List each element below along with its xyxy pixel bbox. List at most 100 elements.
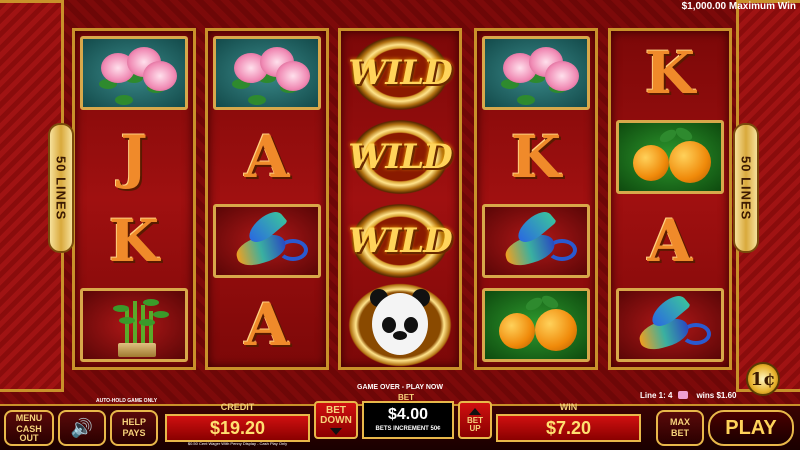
speaker-icon: 🔊 bbox=[70, 418, 94, 438]
reel-cell bbox=[481, 201, 591, 281]
panda-eye bbox=[382, 317, 396, 333]
phoenix-symbol bbox=[213, 204, 321, 278]
peony-leaf bbox=[248, 95, 266, 105]
letter-k-symbol: K bbox=[108, 207, 160, 275]
panda-nose bbox=[393, 331, 407, 340]
bet-up-label-bottom: UP bbox=[469, 423, 481, 433]
bet-label-max: BET bbox=[671, 428, 689, 438]
reel-cell bbox=[615, 285, 725, 365]
peony-symbol bbox=[80, 36, 188, 110]
bamboo-leaf bbox=[143, 299, 159, 306]
reel-cell bbox=[481, 33, 591, 113]
orange-fruit bbox=[633, 145, 669, 181]
play-button[interactable]: PLAY bbox=[708, 410, 794, 446]
orange-fruit bbox=[669, 141, 711, 183]
lines-badge-right: 50 LINES bbox=[733, 123, 759, 253]
arrow-up-icon bbox=[469, 407, 481, 415]
reel-cell: WILD bbox=[345, 201, 455, 281]
phoenix-symbol bbox=[616, 288, 724, 362]
reel-4: K bbox=[474, 28, 598, 370]
max-bet-button[interactable]: MAX BET bbox=[656, 410, 704, 446]
reel-cell bbox=[212, 33, 322, 113]
panda-face bbox=[372, 293, 428, 355]
peony-flower bbox=[276, 61, 310, 91]
reel-cell bbox=[615, 117, 725, 197]
sound-button[interactable]: 🔊 bbox=[58, 410, 106, 446]
reel-cell: WILD bbox=[345, 117, 455, 197]
wild-text: WILD bbox=[348, 53, 452, 93]
reel-cell: A bbox=[212, 285, 322, 365]
bamboo-stalk bbox=[133, 301, 137, 345]
reel-cell bbox=[345, 283, 455, 367]
win-label: WIN bbox=[559, 402, 578, 412]
reel-cell: K bbox=[481, 117, 591, 197]
lines-badge-left: 50 LINES bbox=[48, 123, 74, 253]
bet-down-label-top: BET bbox=[326, 404, 346, 416]
bet-value: $4.00 bbox=[387, 406, 429, 423]
letter-k-symbol: K bbox=[644, 39, 696, 107]
max-win-text: $1,000.00 Maximum Win bbox=[681, 1, 796, 12]
bet-up-button[interactable]: BET UP bbox=[458, 401, 492, 439]
bet-display: $4.00 BETS INCREMENT 50¢ bbox=[362, 401, 454, 439]
line-win-line: Line 1: 4 bbox=[640, 391, 673, 400]
win-value: $7.20 bbox=[496, 414, 641, 442]
help-pays-button[interactable]: HELP PAYS bbox=[110, 410, 158, 446]
bamboo-pot bbox=[118, 343, 156, 357]
game-status-text: GAME OVER - PLAY NOW bbox=[357, 384, 443, 391]
peony-leaf bbox=[517, 95, 535, 105]
reel-cell: WILD bbox=[345, 33, 455, 113]
bet-down-button[interactable]: BET DOWN bbox=[314, 401, 358, 439]
phoenix-symbol bbox=[482, 204, 590, 278]
line-win-symbol-icon bbox=[678, 391, 689, 399]
reel-cell bbox=[481, 285, 591, 365]
reel-cell bbox=[79, 33, 189, 113]
play-label: PLAY bbox=[725, 417, 777, 439]
bet-increment-text: BETS INCREMENT 50¢ bbox=[375, 426, 441, 432]
credit-value: $19.20 bbox=[165, 414, 310, 442]
letter-j-symbol: J bbox=[120, 123, 148, 191]
reel-cell: K bbox=[79, 201, 189, 281]
pays-label: PAYS bbox=[122, 428, 146, 438]
wild-symbol: WILD bbox=[348, 201, 453, 281]
letter-a-symbol: A bbox=[244, 123, 290, 191]
line-win-amount: wins $1.60 bbox=[696, 391, 737, 400]
wild-text: WILD bbox=[348, 221, 452, 261]
bamboo-symbol bbox=[80, 288, 188, 362]
bamboo-stalk bbox=[149, 311, 153, 345]
letter-a-symbol: A bbox=[647, 207, 693, 275]
peony-flower bbox=[545, 61, 579, 91]
bamboo-leaf bbox=[153, 311, 169, 318]
bamboo-leaf bbox=[119, 317, 135, 324]
reel-5: KA bbox=[608, 28, 732, 370]
bet-down-label-bottom: DOWN bbox=[320, 414, 352, 426]
reel-cell bbox=[212, 201, 322, 281]
arrow-down-icon bbox=[330, 427, 342, 435]
panda-eye bbox=[404, 317, 418, 333]
wild-text: WILD bbox=[348, 137, 452, 177]
bet-control: BET BET DOWN $4.00 BETS INCREMENT 50¢ BE… bbox=[314, 393, 492, 447]
reel-cell bbox=[79, 285, 189, 365]
panda-symbol bbox=[348, 283, 452, 367]
slot-machine-screen: $1,000.00 Maximum Win JK AA WILD WILD WILD… bbox=[0, 0, 800, 450]
reel-2: AA bbox=[205, 28, 329, 370]
peony-leaf bbox=[115, 95, 133, 105]
reel-1: JK bbox=[72, 28, 196, 370]
letter-k-symbol: K bbox=[510, 123, 562, 191]
credit-meter: CREDIT $19.20 bbox=[165, 402, 310, 442]
max-label: MAX bbox=[670, 417, 690, 427]
peony-flower bbox=[143, 61, 177, 91]
reel-cell: J bbox=[79, 117, 189, 197]
help-label: HELP bbox=[121, 417, 146, 427]
reel-3: WILD WILD WILD bbox=[338, 28, 462, 370]
credit-label: CREDIT bbox=[220, 402, 255, 412]
reel-cell: A bbox=[212, 117, 322, 197]
denomination-coin-button[interactable]: 1¢ bbox=[746, 362, 780, 396]
wild-symbol: WILD bbox=[348, 117, 453, 197]
bamboo-stalk bbox=[125, 309, 129, 345]
bamboo-leaf bbox=[139, 319, 155, 326]
wild-symbol: WILD bbox=[348, 33, 453, 113]
win-meter: WIN $7.20 bbox=[496, 402, 641, 442]
menu-cashout-button[interactable]: MENU CASH OUT bbox=[4, 410, 54, 446]
oranges-symbol bbox=[482, 288, 590, 362]
wager-disclaimer: $0.50 Cent Wager With Penny Display - Ca… bbox=[187, 441, 288, 446]
